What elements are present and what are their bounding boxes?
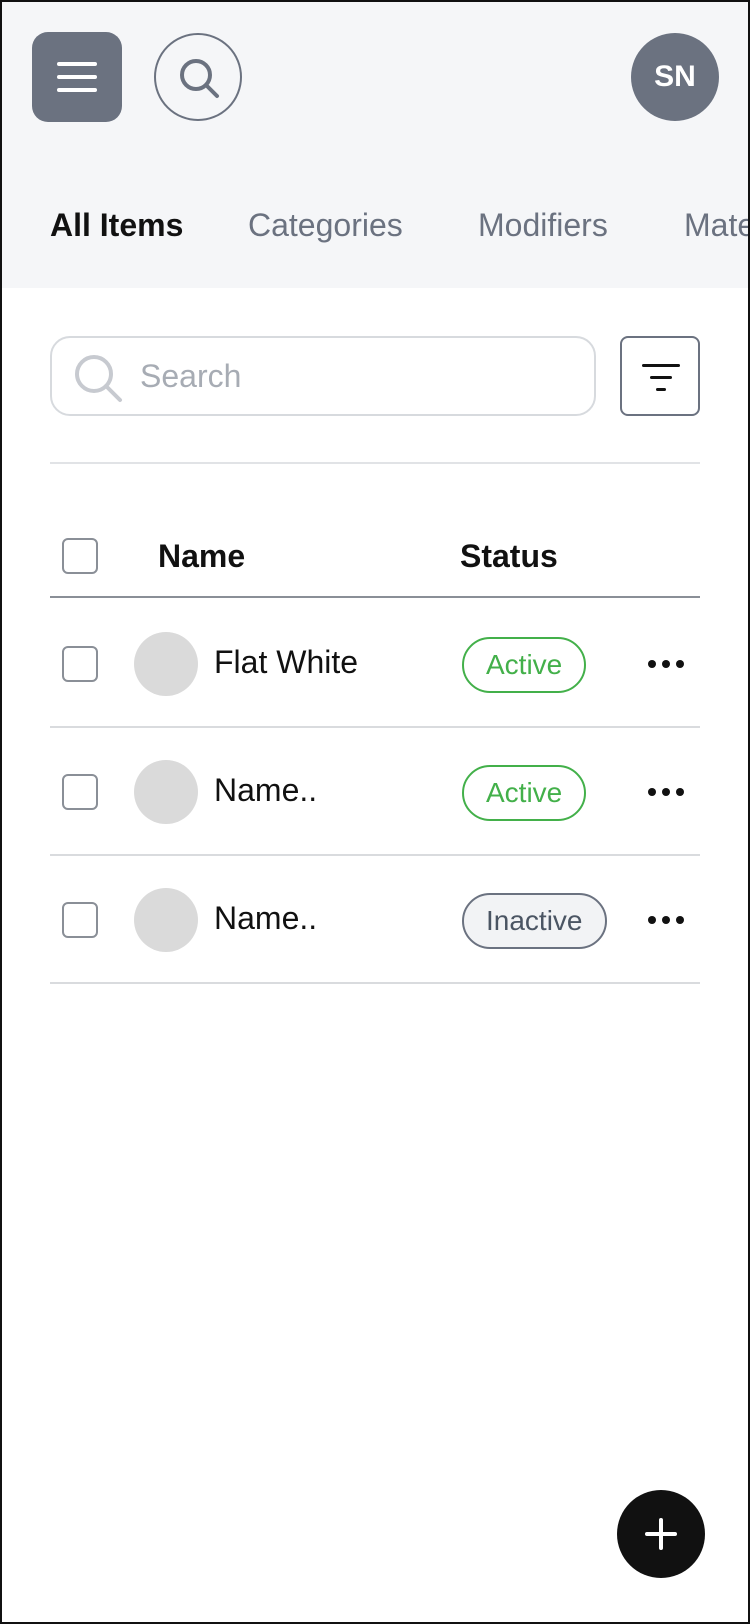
filter-button[interactable] xyxy=(620,336,700,416)
more-options-icon[interactable] xyxy=(646,904,686,936)
avatar[interactable]: SN xyxy=(631,33,719,121)
row-checkbox[interactable] xyxy=(62,902,98,938)
item-thumbnail xyxy=(134,760,198,824)
more-options-icon[interactable] xyxy=(646,648,686,680)
status-badge: Inactive xyxy=(462,893,607,949)
hamburger-menu-icon xyxy=(57,62,97,92)
global-search-button[interactable] xyxy=(154,33,242,121)
plus-icon xyxy=(645,1518,677,1550)
tab-categories[interactable]: Categories xyxy=(248,207,403,244)
tab-modifiers[interactable]: Modifiers xyxy=(478,207,608,244)
search-input[interactable] xyxy=(140,352,570,400)
item-thumbnail xyxy=(134,632,198,696)
row-checkbox[interactable] xyxy=(62,646,98,682)
avatar-initials: SN xyxy=(654,60,696,93)
item-thumbnail xyxy=(134,888,198,952)
top-bar: SN All Items Categories Modifiers Mate xyxy=(2,2,748,288)
item-name: Name.. xyxy=(214,772,318,808)
tab-all-items[interactable]: All Items xyxy=(50,207,183,244)
column-header-status: Status xyxy=(460,538,558,574)
filter-icon xyxy=(642,364,680,391)
table-header: Name Status xyxy=(50,522,700,598)
divider xyxy=(50,462,700,464)
app-frame: SN All Items Categories Modifiers Mate N… xyxy=(0,0,750,1624)
search-icon xyxy=(180,59,219,98)
status-badge: Active xyxy=(462,637,587,693)
status-badge: Active xyxy=(462,765,587,821)
search-icon xyxy=(75,355,122,402)
table-row[interactable]: Name.. Active xyxy=(50,728,700,856)
column-header-name: Name xyxy=(158,538,246,574)
item-name: Name.. xyxy=(214,900,318,936)
table-row[interactable]: Flat White Active xyxy=(50,600,700,728)
row-checkbox[interactable] xyxy=(62,774,98,810)
select-all-checkbox[interactable] xyxy=(62,538,98,574)
tab-bar: All Items Categories Modifiers Mate xyxy=(2,207,748,257)
tab-materials[interactable]: Mate xyxy=(684,207,748,244)
item-name: Flat White xyxy=(214,644,359,680)
table-row[interactable]: Name.. Inactive xyxy=(50,856,700,984)
more-options-icon[interactable] xyxy=(646,776,686,808)
add-item-button[interactable] xyxy=(617,1490,705,1578)
menu-button[interactable] xyxy=(32,32,122,122)
search-field[interactable] xyxy=(50,336,596,416)
